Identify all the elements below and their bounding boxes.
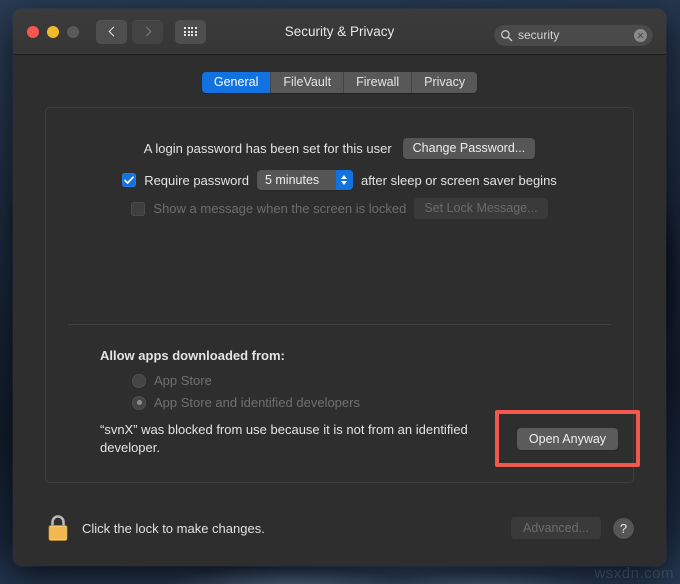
show-all-button[interactable] <box>175 19 206 44</box>
radio-app-store-label: App Store <box>154 373 212 388</box>
grid-icon <box>184 26 197 37</box>
radio-app-store-identified-developers-button <box>132 395 146 410</box>
tab-filevault[interactable]: FileVault <box>271 72 345 93</box>
set-lock-message-button: Set Lock Message... <box>414 198 548 219</box>
login-password-text: A login password has been set for this u… <box>143 141 392 156</box>
search-field[interactable]: security <box>494 24 653 46</box>
tab-general[interactable]: General <box>201 72 272 93</box>
open-anyway-button[interactable]: Open Anyway <box>516 427 619 450</box>
section-divider <box>68 324 611 325</box>
password-delay-value: 5 minutes <box>264 173 320 187</box>
back-button[interactable] <box>96 19 127 44</box>
require-password-row: Require password 5 minutes after sleep o… <box>46 170 633 190</box>
radio-app-store-button <box>132 373 146 388</box>
tab-group: General FileVault Firewall Privacy <box>201 72 478 93</box>
chevron-left-icon <box>108 26 118 37</box>
radio-app-store: App Store <box>132 373 212 388</box>
search-input-value[interactable]: security <box>518 28 634 42</box>
lock-message-row: Show a message when the screen is locked… <box>46 198 633 219</box>
close-button[interactable] <box>27 25 39 38</box>
lock-message-label: Show a message when the screen is locked <box>153 201 407 216</box>
search-icon <box>501 29 513 41</box>
tabbar: General FileVault Firewall Privacy <box>13 55 666 93</box>
zoom-button <box>67 25 79 38</box>
open-anyway-highlight-box: Open Anyway <box>495 410 640 467</box>
login-password-row: A login password has been set for this u… <box>46 138 633 159</box>
tab-firewall[interactable]: Firewall <box>344 72 413 93</box>
change-password-button[interactable]: Change Password... <box>402 138 536 159</box>
lock-status-text: Click the lock to make changes. <box>82 520 265 536</box>
watermark: wsxdn.com <box>594 565 674 582</box>
clear-icon[interactable] <box>634 28 647 42</box>
security-privacy-window: Security & Privacy security General File… <box>13 9 666 566</box>
radio-app-store-identified-developers-label: App Store and identified developers <box>154 395 360 410</box>
minimize-button[interactable] <box>47 25 59 38</box>
require-password-checkbox[interactable] <box>122 173 137 187</box>
allow-apps-heading: Allow apps downloaded from: <box>100 348 285 363</box>
help-button[interactable]: ? <box>613 517 634 539</box>
password-delay-dropdown[interactable]: 5 minutes <box>256 170 353 190</box>
chevron-up-down-icon <box>335 170 353 190</box>
forward-button <box>132 19 163 44</box>
navigation-buttons <box>96 19 163 44</box>
radio-app-store-identified-developers: App Store and identified developers <box>132 395 360 410</box>
require-password-label: Require password <box>144 172 249 188</box>
tab-privacy[interactable]: Privacy <box>412 72 478 93</box>
chevron-right-icon <box>141 26 151 37</box>
require-password-suffix: after sleep or screen saver begins <box>360 172 557 188</box>
blocked-app-message: “svnX” was blocked from use because it i… <box>100 422 468 455</box>
traffic-lights <box>27 25 79 38</box>
checkmark-icon <box>124 175 135 184</box>
window-body: General FileVault Firewall Privacy A log… <box>13 55 666 566</box>
window-titlebar: Security & Privacy security <box>13 9 666 55</box>
general-settings-panel: A login password has been set for this u… <box>45 107 640 483</box>
advanced-button: Advanced... <box>510 517 601 539</box>
lock-message-checkbox <box>131 201 146 216</box>
lock-closed-icon[interactable] <box>45 513 71 543</box>
window-footer: Click the lock to make changes. Advanced… <box>13 490 666 566</box>
